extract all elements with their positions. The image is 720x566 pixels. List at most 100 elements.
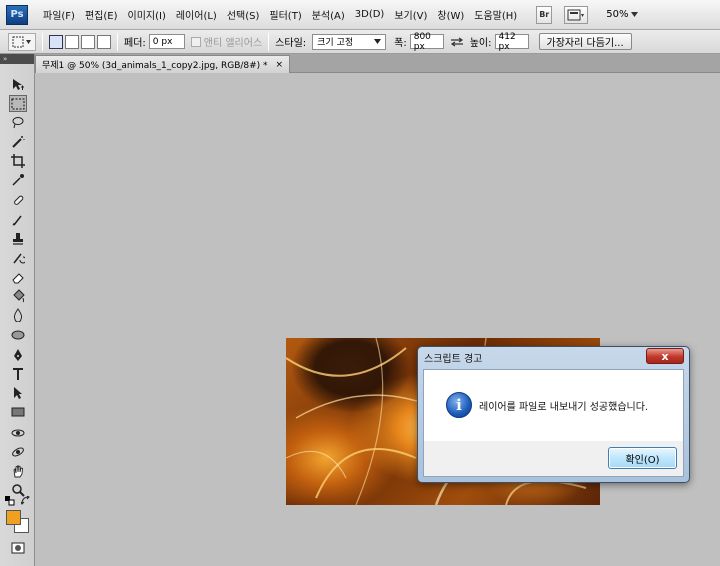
marquee-preset-icon (12, 36, 31, 47)
style-select-value: 크기 고정 (317, 38, 354, 48)
close-icon[interactable]: × (276, 60, 284, 70)
magnifier-icon (12, 483, 25, 497)
menu-window[interactable]: 창(W) (432, 7, 469, 22)
chevron-down-icon (631, 12, 639, 17)
ok-button[interactable]: 확인(O) (608, 447, 677, 469)
menu-layer[interactable]: 레이어(L) (171, 7, 222, 22)
antialias-checkbox[interactable] (190, 36, 201, 47)
dialog-close-button[interactable]: x (646, 348, 684, 364)
menu-file[interactable]: 파일(F) (38, 7, 80, 22)
document-tab[interactable]: 무제1 @ 50% (3d_animals_1_copy2.jpg, RGB/8… (35, 55, 291, 73)
history-brush-tool[interactable] (9, 249, 27, 266)
3d-orbit-tool[interactable] (9, 443, 27, 460)
menu-help[interactable]: 도움말(H) (469, 7, 522, 22)
blur-icon (13, 307, 23, 322)
dialog-title: 스크립트 경고 (424, 354, 483, 365)
subtract-selection-button[interactable] (81, 34, 95, 49)
divider (42, 32, 43, 51)
eraser-tool[interactable] (9, 268, 27, 285)
eyedropper-icon (12, 173, 24, 186)
rectangle-tool[interactable] (9, 403, 27, 420)
photoshop-logo: Ps (6, 4, 28, 25)
refine-edge-button[interactable]: 가장자리 다듬기... (538, 33, 632, 50)
script-alert-dialog: 스크립트 경고 x i 레이어를 파일로 내보내기 성공했습니다. 확인(O) (417, 346, 690, 483)
hand-tool[interactable] (9, 462, 27, 479)
dodge-tool[interactable] (9, 325, 27, 342)
default-colors-icon (5, 496, 15, 506)
info-icon: i (446, 392, 472, 418)
3d-rotate-tool[interactable] (9, 424, 27, 441)
swap-dimensions-icon[interactable] (450, 37, 464, 47)
new-selection-button[interactable] (49, 34, 63, 49)
menu-edit[interactable]: 편집(E) (80, 7, 123, 22)
swap-colors-button[interactable] (20, 496, 32, 506)
menu-bar: Ps 파일(F) 편집(E) 이미지(I) 레이어(L) 선택(S) 필터(T)… (0, 0, 720, 30)
menu-select[interactable]: 선택(S) (222, 7, 265, 22)
document-tab-title: 무제1 @ 50% (3d_animals_1_copy2.jpg, RGB/8… (42, 61, 268, 71)
tool-preset-picker[interactable] (8, 32, 36, 51)
screen-mode-button[interactable] (564, 5, 589, 24)
path-selection-tool[interactable] (9, 384, 27, 401)
menu-analysis[interactable]: 분석(A) (307, 7, 350, 22)
paint-bucket-tool[interactable] (9, 287, 27, 304)
brush-icon (12, 215, 22, 226)
antialias-label: 앤티 앨리어스 (203, 38, 263, 49)
lasso-icon (12, 116, 24, 128)
feather-label: 페더: (124, 38, 146, 49)
menu-view[interactable]: 보기(V) (389, 7, 432, 22)
paint-bucket-icon (13, 288, 25, 302)
rectangular-marquee-tool[interactable] (9, 95, 27, 112)
healing-brush-tool[interactable] (9, 192, 27, 209)
type-tool[interactable] (9, 365, 27, 382)
dodge-icon (11, 330, 25, 339)
zoom-control[interactable]: 50% (606, 9, 639, 20)
stamp-icon (13, 232, 23, 245)
dialog-body: i 레이어를 파일로 내보내기 성공했습니다. 확인(O) (423, 369, 684, 477)
history-brush-icon (13, 253, 25, 263)
path-select-icon (14, 386, 22, 399)
crop-icon (11, 153, 25, 168)
menu-image[interactable]: 이미지(I) (123, 7, 171, 22)
marquee-icon (11, 98, 25, 109)
chevron-down-icon (374, 39, 382, 44)
style-select[interactable]: 크기 고정 (312, 33, 387, 50)
feather-input[interactable]: 0 px (148, 34, 185, 49)
menu-3d[interactable]: 3D(D) (350, 9, 390, 20)
default-colors-button[interactable] (4, 496, 16, 506)
pen-icon (14, 348, 22, 361)
crop-tool[interactable] (9, 152, 27, 169)
lasso-tool[interactable] (9, 114, 27, 131)
dialog-content: i 레이어를 파일로 내보내기 성공했습니다. (424, 370, 683, 441)
height-input[interactable]: 412 px (494, 32, 529, 52)
eraser-icon (12, 272, 24, 283)
tools-panel-header[interactable]: » (0, 54, 34, 64)
close-icon: x (661, 349, 669, 363)
intersect-selection-button[interactable] (97, 34, 111, 49)
foreground-color-swatch[interactable] (6, 510, 21, 525)
type-icon (13, 367, 23, 380)
quick-mask-button[interactable] (9, 539, 27, 556)
style-label: 스타일: (275, 38, 307, 49)
quick-mask-icon (11, 542, 25, 553)
pen-tool[interactable] (9, 346, 27, 363)
magic-wand-tool[interactable] (9, 133, 27, 150)
eyedropper-tool[interactable] (9, 171, 27, 188)
height-label: 높이: (469, 38, 492, 49)
width-input[interactable]: 800 px (409, 32, 444, 52)
3d-orbit-icon (12, 447, 24, 456)
blur-tool[interactable] (9, 306, 27, 323)
menu-filter[interactable]: 필터(T) (264, 7, 306, 22)
hand-icon (13, 464, 23, 477)
bridge-button[interactable]: Br (536, 5, 553, 24)
add-selection-button[interactable] (65, 34, 79, 49)
brush-tool[interactable] (9, 211, 27, 228)
dialog-message: 레이어를 파일로 내보내기 성공했습니다. (479, 402, 649, 413)
zoom-value: 50% (606, 9, 629, 20)
canvas-area[interactable] (35, 73, 720, 566)
divider (117, 32, 118, 51)
clone-stamp-tool[interactable] (9, 230, 27, 247)
move-tool[interactable] (9, 76, 27, 93)
screen-mode-icon (567, 9, 585, 20)
swap-arrow-icon (21, 496, 30, 505)
width-label: 폭: (394, 38, 407, 49)
